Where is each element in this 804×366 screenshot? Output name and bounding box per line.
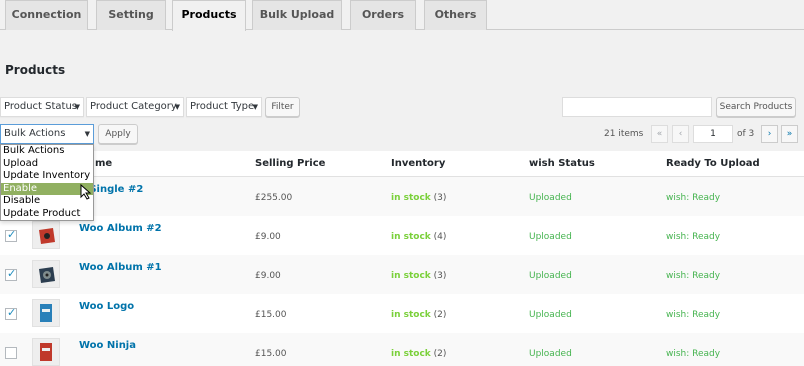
chevron-down-icon: ▼ [84, 130, 90, 138]
filter-button[interactable]: Filter [265, 97, 300, 117]
ninja-thumbnail-icon [40, 304, 52, 322]
table-row: ✓ Woo Album #1 £9.00 in stock (3) Upload… [0, 255, 804, 294]
stock-qty: (4) [433, 232, 447, 242]
column-inventory: Inventory [391, 158, 446, 169]
table-row: ✓ Woo Album #2 £9.00 in stock (4) Upload… [0, 216, 804, 255]
table-row: Woo Ninja £15.00 in stock (2) Uploaded w… [0, 333, 804, 366]
column-name[interactable]: me [95, 158, 112, 169]
stock-status: in stock [391, 310, 431, 320]
product-thumbnail [32, 260, 60, 288]
row-checkbox[interactable]: ✓ [5, 228, 17, 242]
stock-qty: (3) [433, 193, 447, 203]
pointer-cursor-icon [80, 183, 92, 204]
inventory-cell: in stock (2) [391, 310, 446, 320]
stock-status: in stock [391, 271, 431, 281]
wish-status: Uploaded [529, 271, 572, 281]
inventory-cell: in stock (4) [391, 232, 446, 242]
checkmark-icon: ✓ [7, 306, 17, 319]
ready-to-upload: wish: Ready [666, 271, 721, 281]
product-thumbnail [32, 299, 60, 327]
last-page-button[interactable]: » [781, 125, 798, 143]
stock-status: in stock [391, 193, 431, 203]
album-thumbnail-icon [39, 267, 55, 283]
ready-to-upload: wish: Ready [666, 349, 721, 359]
stock-qty: (2) [433, 310, 447, 320]
wish-status: Uploaded [529, 193, 572, 203]
inventory-cell: in stock (3) [391, 271, 446, 281]
table-header: me Selling Price Inventory wish Status R… [0, 151, 804, 177]
next-page-button[interactable]: › [761, 125, 778, 143]
ready-to-upload: wish: Ready [666, 193, 721, 203]
wish-status: Uploaded [529, 310, 572, 320]
search-input[interactable] [562, 97, 712, 117]
row-checkbox[interactable]: ✓ [5, 306, 17, 320]
search-products-button[interactable]: Search Products [716, 97, 796, 117]
page-title: Products [5, 63, 66, 77]
table-row: ✓ o Single #2 £255.00 in stock (3) Uploa… [0, 177, 804, 216]
selling-price: £9.00 [255, 232, 281, 242]
selling-price: £9.00 [255, 271, 281, 281]
bulk-option-update-product[interactable]: Update Product [1, 208, 93, 221]
inventory-cell: in stock (2) [391, 349, 446, 359]
tab-orders[interactable]: Orders [350, 0, 416, 30]
wish-status: Uploaded [529, 232, 572, 242]
first-page-button[interactable]: « [651, 125, 668, 143]
total-pages: of 3 [737, 129, 755, 139]
product-category-select[interactable]: Product Category ▼ [86, 97, 184, 117]
album-thumbnail-icon [39, 228, 55, 244]
column-selling-price: Selling Price [255, 158, 326, 169]
chevron-down-icon: ▼ [252, 103, 258, 111]
chevron-down-icon: ▼ [74, 103, 80, 111]
tab-bar: Connection Setting Products Bulk Upload … [0, 0, 804, 31]
product-status-label: Product Status [4, 101, 78, 112]
product-name-link[interactable]: Woo Logo [79, 301, 134, 312]
row-checkbox[interactable] [5, 347, 17, 359]
checkmark-icon: ✓ [7, 267, 17, 280]
table-row: ✓ Woo Logo £15.00 in stock (2) Uploaded … [0, 294, 804, 333]
selling-price: £255.00 [255, 193, 293, 203]
chevron-down-icon: ▼ [174, 103, 180, 111]
column-wish-status: wish Status [529, 158, 595, 169]
product-type-select[interactable]: Product Type ▼ [186, 97, 262, 117]
product-name-link[interactable]: Woo Album #2 [79, 223, 162, 234]
stock-status: in stock [391, 232, 431, 242]
tab-bulk-upload[interactable]: Bulk Upload [252, 0, 342, 30]
tab-connection[interactable]: Connection [5, 0, 88, 30]
product-thumbnail [32, 221, 60, 249]
ninja-thumbnail-icon [40, 343, 52, 361]
bulk-actions-select[interactable]: Bulk Actions ▼ [0, 124, 94, 144]
selling-price: £15.00 [255, 310, 287, 320]
bulk-actions-label: Bulk Actions [4, 128, 66, 139]
prev-page-button[interactable]: ‹ [672, 125, 689, 143]
product-type-label: Product Type [190, 101, 255, 112]
bulk-option-update-inventory[interactable]: Update Inventory [1, 170, 93, 183]
apply-button[interactable]: Apply [98, 124, 138, 144]
product-name-link[interactable]: Woo Album #1 [79, 262, 162, 273]
stock-qty: (2) [433, 349, 447, 359]
product-status-select[interactable]: Product Status ▼ [0, 97, 84, 117]
stock-qty: (3) [433, 271, 447, 281]
items-count: 21 items [604, 129, 644, 139]
product-name-link[interactable]: Woo Ninja [79, 340, 136, 351]
tab-setting[interactable]: Setting [96, 0, 166, 30]
bulk-actions-dropdown: Bulk Actions Upload Update Inventory Ena… [0, 144, 94, 221]
row-checkbox[interactable]: ✓ [5, 267, 17, 281]
bulk-option-upload[interactable]: Upload [1, 158, 93, 171]
wish-status: Uploaded [529, 349, 572, 359]
selling-price: £15.00 [255, 349, 287, 359]
product-category-label: Product Category [90, 101, 177, 112]
ready-to-upload: wish: Ready [666, 310, 721, 320]
checkmark-icon: ✓ [7, 228, 17, 241]
tab-products[interactable]: Products [172, 0, 246, 31]
inventory-cell: in stock (3) [391, 193, 446, 203]
ready-to-upload: wish: Ready [666, 232, 721, 242]
current-page-input[interactable]: 1 [693, 125, 733, 143]
column-ready-to-upload: Ready To Upload [666, 158, 760, 169]
tab-others[interactable]: Others [424, 0, 487, 30]
product-thumbnail [32, 338, 60, 366]
stock-status: in stock [391, 349, 431, 359]
bulk-option-bulk-actions[interactable]: Bulk Actions [1, 145, 93, 158]
